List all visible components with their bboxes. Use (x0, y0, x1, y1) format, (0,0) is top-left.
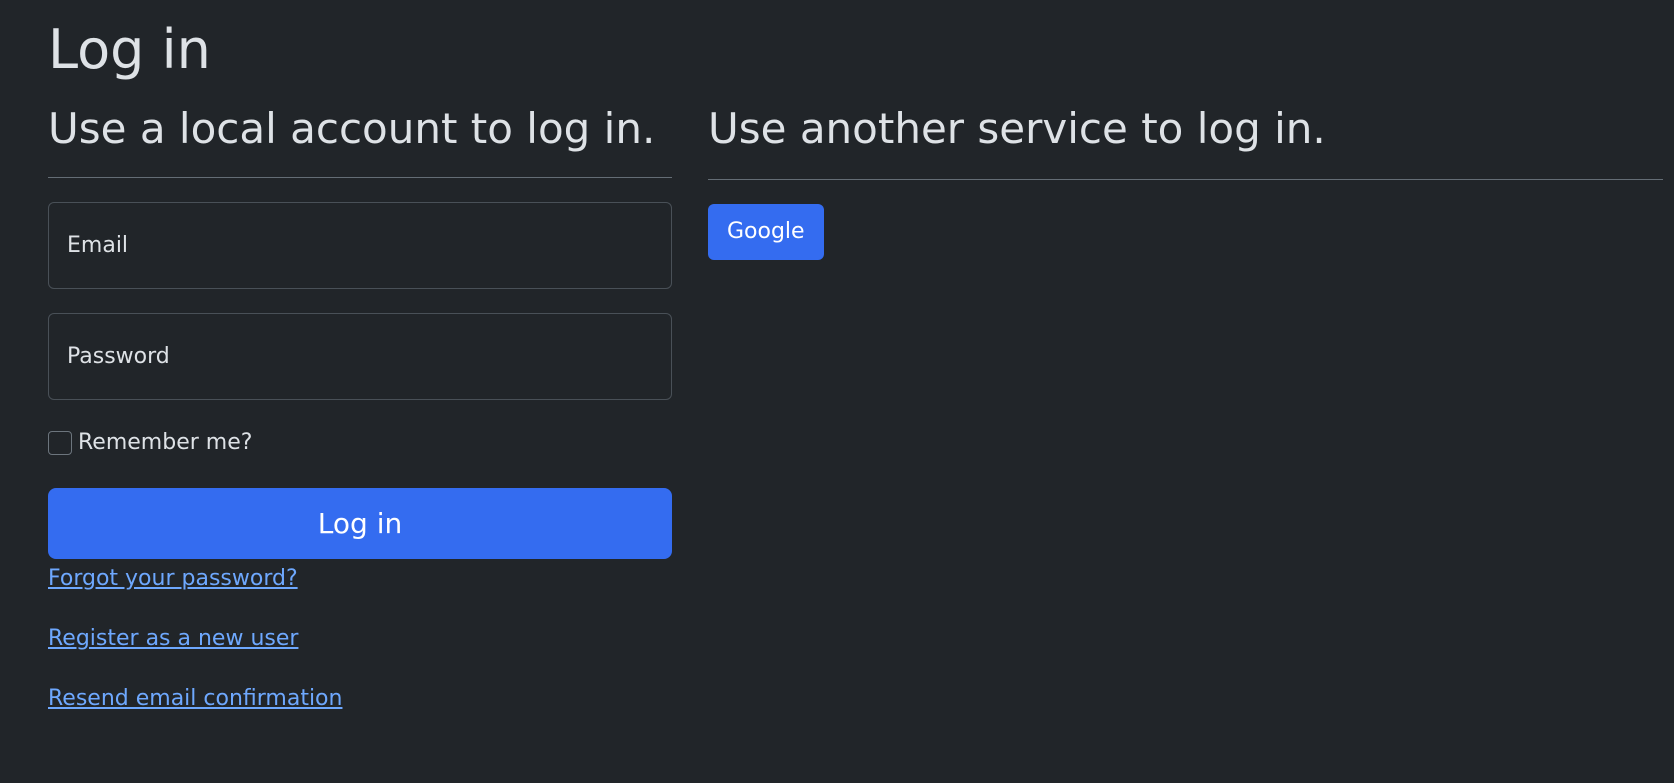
login-button[interactable]: Log in (48, 487, 672, 559)
google-login-button[interactable]: Google (708, 203, 824, 260)
password-field[interactable] (48, 312, 672, 400)
account-links: Forgot your password? Register as a new … (48, 562, 672, 742)
remember-me-label[interactable]: Remember me? (78, 430, 252, 455)
external-login-divider (708, 178, 1663, 180)
page-title: Log in (48, 18, 211, 81)
forgot-password-link[interactable]: Forgot your password? (48, 566, 298, 591)
email-field[interactable] (48, 201, 672, 289)
remember-me-checkbox[interactable] (48, 430, 72, 455)
resend-confirmation-link[interactable]: Resend email confirmation (48, 686, 342, 711)
local-login-heading: Use a local account to log in. (48, 104, 656, 153)
register-link[interactable]: Register as a new user (48, 626, 298, 651)
local-login-divider (48, 176, 672, 178)
external-login-section: Use another service to log in. Google (708, 100, 1663, 260)
external-login-heading: Use another service to log in. (708, 104, 1326, 153)
remember-me-row: Remember me? (48, 430, 672, 456)
local-login-section: Use a local account to log in. Remember … (48, 100, 672, 742)
